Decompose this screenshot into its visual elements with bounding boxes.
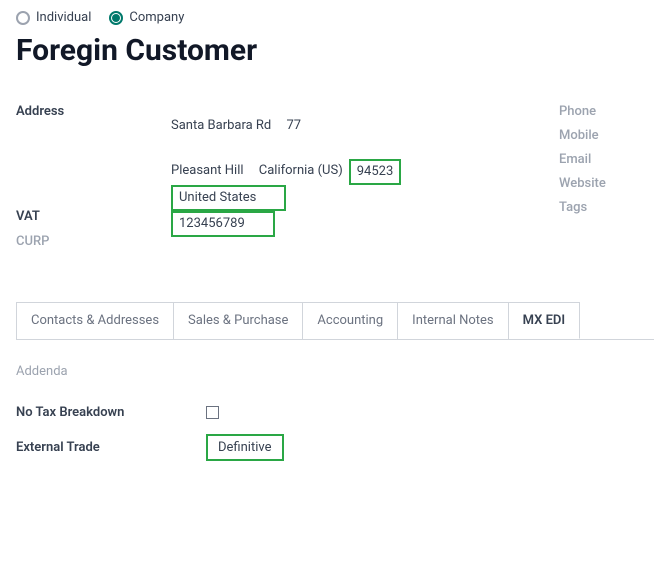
radio-company[interactable]: Company [109,10,184,25]
tab-accounting[interactable]: Accounting [303,303,398,339]
no-tax-breakdown-label: No Tax Breakdown [16,405,206,420]
radio-company-label: Company [129,10,184,25]
address-label: Address [16,104,161,119]
external-trade-label: External Trade [16,440,206,455]
radio-icon-unchecked [16,11,30,25]
mobile-label: Mobile [559,128,654,143]
page-title: Foregin Customer [16,33,654,68]
addenda-label: Addenda [16,364,654,379]
external-trade-select[interactable]: Definitive [206,434,284,461]
tab-internal-notes[interactable]: Internal Notes [398,303,508,339]
tab-contacts-addresses[interactable]: Contacts & Addresses [17,303,174,339]
vat-value[interactable]: 123456789 [171,211,275,237]
radio-icon-checked [109,11,123,25]
address-state[interactable]: California (US) [259,159,343,184]
website-label: Website [559,176,654,191]
curp-label: CURP [16,234,161,249]
email-label: Email [559,152,654,167]
address-street-no[interactable]: 77 [287,114,302,139]
address-city[interactable]: Pleasant Hill [171,159,244,184]
tab-sales-purchase[interactable]: Sales & Purchase [174,303,303,339]
phone-label: Phone [559,104,654,119]
radio-individual[interactable]: Individual [16,10,91,25]
radio-individual-label: Individual [36,10,91,25]
customer-type-radio-group: Individual Company [16,10,654,25]
tags-label: Tags [559,200,654,215]
vat-label: VAT [16,209,161,224]
address-country[interactable]: United States [171,185,286,211]
address-street[interactable]: Santa Barbara Rd [171,114,271,139]
no-tax-breakdown-checkbox[interactable] [206,406,219,419]
tab-bar: Contacts & Addresses Sales & Purchase Ac… [16,302,580,340]
address-zip[interactable]: 94523 [349,159,402,185]
tab-mx-edi[interactable]: MX EDI [509,303,581,339]
